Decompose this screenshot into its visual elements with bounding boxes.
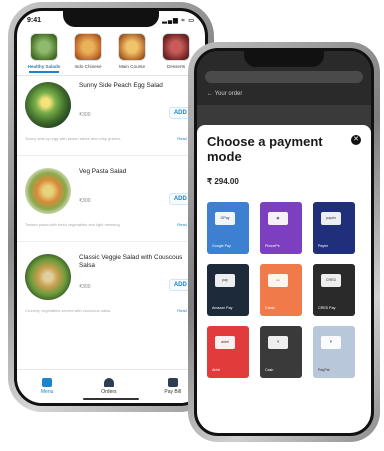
dish-image (25, 168, 71, 215)
item-description: Crunchy vegetables served with couscous … (25, 308, 112, 314)
row-separator (17, 155, 205, 157)
item-name: Veg Pasta Salad (79, 168, 127, 176)
nav-label: Pay Bill (164, 389, 182, 395)
payment-sheet: Choose a payment mode ✕ ₹ 294.00 GPay Go… (197, 125, 371, 433)
category-indo-chinese[interactable]: Indo Chinese (69, 33, 107, 69)
payment-label: Cards (265, 305, 275, 310)
payment-label: Cash (265, 367, 274, 372)
cred-logo-icon: CRED (321, 273, 341, 287)
paypal-logo-icon: P (321, 335, 341, 349)
status-time: 9:41 (27, 16, 42, 24)
nav-pay-bill[interactable]: Pay Bill (164, 378, 181, 395)
payment-amazon-pay[interactable]: pay Amazon Pay (207, 263, 249, 316)
category-label: Desserts (166, 64, 186, 69)
category-main-course[interactable]: Main Course (113, 33, 151, 69)
menu-item: Sunny Side Peach Egg Salad ₹300 ADD + Su… (17, 76, 205, 162)
rupee-icon: ₹ (268, 335, 288, 349)
item-info: Classic Veggie Salad with Couscous Salsa… (79, 254, 199, 334)
item-info: Sunny Side Peach Egg Salad ₹300 ADD + (79, 82, 199, 162)
status-icons: ▂▄▆ ≈ ▭ (162, 17, 195, 24)
close-icon[interactable]: ✕ (351, 135, 361, 145)
payment-paypal[interactable]: P PayPal (313, 325, 355, 378)
item-description: Tossed pasta with fresh vegetables and l… (25, 222, 121, 228)
category-label: Healthy Salads (27, 64, 61, 69)
item-name: Sunny Side Peach Egg Salad (79, 82, 163, 90)
payment-cards[interactable]: ▭ Cards (260, 263, 302, 316)
amazon-pay-logo-icon: pay (215, 273, 235, 287)
order-amount: ₹ 294.00 (207, 176, 239, 186)
phone-notch (63, 11, 159, 27)
gpay-logo-icon: GPay (215, 211, 235, 225)
payment-airtel[interactable]: airtel Airtel (207, 325, 249, 378)
nav-label: Orders (101, 389, 117, 395)
payment-label: PayPal (318, 367, 330, 372)
item-price: ₹300 (79, 198, 91, 205)
menu-phone: 9:41 ▂▄▆ ≈ ▭ Healthy Salads Indo Chinese… (8, 2, 214, 412)
payment-label: PhonePe (265, 243, 280, 248)
active-category-underline (29, 71, 59, 74)
payment-label: Amazon Pay (212, 305, 233, 310)
payment-paytm[interactable]: paytm Paytm (313, 201, 355, 254)
paytm-logo-icon: paytm (321, 211, 341, 225)
item-price: ₹300 (79, 284, 91, 291)
payment-phone: ← Your order Choose a payment mode ✕ ₹ 2… (188, 42, 380, 442)
item-price: ₹300 (79, 112, 91, 119)
phone-notch (244, 51, 324, 67)
curry-thumbnail (118, 33, 146, 61)
payment-label: Paytm (318, 243, 329, 248)
payment-label: Airtel (212, 367, 221, 372)
payment-label: CRED Pay (318, 305, 336, 310)
item-info: Veg Pasta Salad ₹300 ADD + (79, 168, 199, 248)
dessert-thumbnail (162, 33, 190, 61)
bill-icon (167, 378, 178, 387)
back-button[interactable]: ← Your order (207, 91, 242, 97)
app-showcase: 9:41 ▂▄▆ ≈ ▭ Healthy Salads Indo Chinese… (0, 0, 384, 451)
category-healthy-salads[interactable]: Healthy Salads (25, 33, 63, 69)
item-description: Sunny side-up egg with peach slices and … (25, 136, 122, 142)
url-bar[interactable] (205, 71, 363, 83)
phonepe-logo-icon: ◉ (268, 211, 288, 225)
nav-menu[interactable]: Menu (40, 378, 54, 395)
nav-label: Menu (40, 389, 54, 395)
dish-image (25, 82, 71, 129)
item-name: Classic Veggie Salad with Couscous Salsa (79, 254, 183, 270)
category-label: Indo Chinese (74, 64, 102, 69)
salad-thumbnail (30, 33, 58, 61)
menu-screen: 9:41 ▂▄▆ ≈ ▭ Healthy Salads Indo Chinese… (14, 8, 208, 406)
category-row: Healthy Salads Indo Chinese Main Course … (17, 29, 205, 69)
payment-label: Google Pay (212, 243, 231, 248)
payment-cred-pay[interactable]: CRED CRED Pay (313, 263, 355, 316)
back-label: Your order (214, 91, 243, 97)
noodles-thumbnail (74, 33, 102, 61)
menu-item: Classic Veggie Salad with Couscous Salsa… (17, 248, 205, 334)
sheet-title: Choose a payment mode (207, 134, 323, 164)
payment-phonepe[interactable]: ◉ PhonePe (260, 201, 302, 254)
cloche-icon (103, 378, 114, 387)
home-indicator (83, 398, 139, 400)
card-icon: ▭ (268, 273, 288, 287)
dish-image (25, 254, 71, 301)
payment-google-pay[interactable]: GPay Google Pay (207, 201, 249, 254)
nav-orders[interactable]: Orders (101, 378, 117, 395)
airtel-logo-icon: airtel (215, 335, 235, 349)
payment-screen: ← Your order Choose a payment mode ✕ ₹ 2… (194, 48, 374, 436)
bottom-navigation: Menu Orders Pay Bill (17, 369, 205, 403)
row-separator (17, 241, 205, 243)
category-label: Main Course (118, 64, 146, 69)
payment-cash[interactable]: ₹ Cash (260, 325, 302, 378)
payment-methods-grid: GPay Google Pay ◉ PhonePe paytm Paytm pa… (207, 201, 361, 378)
book-icon (42, 378, 53, 387)
menu-item: Veg Pasta Salad ₹300 ADD + Tossed pasta … (17, 162, 205, 248)
